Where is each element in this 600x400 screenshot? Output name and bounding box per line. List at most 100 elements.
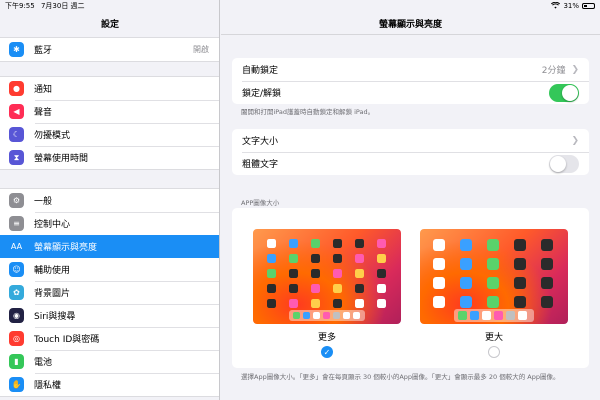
status-time: 下午9:55 — [5, 2, 35, 10]
sidebar-item-label: 輔助使用 — [34, 266, 71, 276]
sidebar-item-label: 控制中心 — [34, 220, 71, 230]
gear-icon: ⚙ — [9, 193, 24, 208]
larger-option-radio[interactable] — [488, 346, 500, 358]
app-icon — [487, 258, 499, 270]
fingerprint-icon: ◎ — [9, 331, 24, 346]
sidebar-item-sound[interactable]: ◀ 聲音 — [0, 100, 219, 123]
toggle-knob — [550, 155, 566, 172]
app-icon — [377, 269, 386, 278]
sidebar-item-hourglass[interactable]: ⧗ 螢幕使用時間 — [0, 146, 219, 169]
battery-percent: 31% — [563, 2, 579, 10]
bold-text-row: 粗體文字 — [232, 152, 589, 175]
battery-icon: ▮ — [9, 354, 24, 369]
more-option-checkmark-icon[interactable]: ✓ — [321, 346, 333, 358]
lock-unlock-toggle[interactable] — [549, 83, 579, 102]
dock-app-icon — [323, 312, 330, 319]
hourglass-icon: ⧗ — [9, 150, 24, 165]
app-icon — [289, 284, 298, 293]
sidebar-item-accessibility[interactable]: ☺ 輔助使用 — [0, 258, 219, 281]
sidebar-item-fingerprint[interactable]: ◎ Touch ID與密碼 — [0, 327, 219, 350]
app-grid-larger — [433, 239, 553, 322]
more-option-preview[interactable] — [253, 229, 401, 324]
dock-app-icon — [333, 312, 340, 319]
bold-text-toggle[interactable] — [549, 154, 579, 173]
app-icon — [487, 296, 499, 308]
app-icon — [460, 258, 472, 270]
app-icon — [433, 258, 445, 270]
lock-unlock-row: 鎖定/解鎖 — [232, 81, 589, 104]
flower-icon: ✿ — [9, 285, 24, 300]
app-icon — [433, 296, 445, 308]
sidebar-item-flower[interactable]: ✿ 背景圖片 — [0, 281, 219, 304]
icon-size-footnote: 選擇App圖像大小。「更多」會在每頁顯示 30 個較小的App圖像。「更大」會顯… — [241, 373, 560, 381]
app-icon — [487, 239, 499, 251]
icon-size-card: 更多 ✓ 更大 — [232, 208, 589, 368]
app-icon — [333, 254, 342, 263]
sidebar-group: ⚙ 一般 ≡ 控制中心 AA 螢幕顯示與亮度 ☺ 輔助使用 ✿ 背景圖片 ◉ Siri與搜尋 ◎ Touc… — [0, 188, 219, 397]
app-icon — [514, 277, 526, 289]
sidebar-item-switches[interactable]: ≡ 控制中心 — [0, 212, 219, 235]
more-option-label: 更多 — [317, 333, 336, 343]
app-icon — [289, 299, 298, 308]
larger-option-label: 更大 — [484, 333, 503, 343]
sidebar-item-moon[interactable]: ☾ 勿擾模式 — [0, 123, 219, 146]
sidebar-item-label: 通知 — [34, 85, 53, 95]
app-icon — [311, 284, 320, 293]
larger-option-preview[interactable] — [420, 229, 568, 324]
sidebar-item-text-size[interactable]: AA 螢幕顯示與亮度 — [0, 235, 219, 258]
app-icon — [460, 239, 472, 251]
text-size-icon: AA — [9, 239, 24, 254]
app-icon — [355, 254, 364, 263]
sidebar-item-battery[interactable]: ▮ 電池 — [0, 350, 219, 373]
app-icon — [377, 239, 386, 248]
dock-app-icon — [506, 311, 515, 320]
app-icon — [267, 254, 276, 263]
sidebar-item-siri[interactable]: ◉ Siri與搜尋 — [0, 304, 219, 327]
dock-app-icon — [353, 312, 360, 319]
dock-app-icon — [313, 312, 320, 319]
app-icon — [289, 239, 298, 248]
dock-app-icon — [482, 311, 491, 320]
auto-lock-value: 2分鐘 — [541, 66, 566, 76]
main-panel: 螢幕顯示與亮度 自動鎖定 2分鐘 ❯ 鎖定/解鎖 闔開和打開iPad護蓋時自動鎖… — [221, 0, 600, 400]
text-card: 文字大小 ❯ 粗體文字 — [232, 129, 589, 175]
app-icon — [267, 239, 276, 248]
status-bar: 下午9:55 7月30日 週二 31% — [0, 0, 600, 12]
app-icon — [333, 269, 342, 278]
app-icon — [289, 269, 298, 278]
auto-lock-row[interactable]: 自動鎖定 2分鐘 ❯ — [232, 58, 589, 81]
auto-lock-label: 自動鎖定 — [242, 66, 279, 76]
sidebar-item-hand[interactable]: ✋ 隱私權 — [0, 373, 219, 396]
wifi-icon — [551, 1, 561, 11]
toggle-knob — [562, 84, 578, 101]
sidebar-item-gear[interactable]: ⚙ 一般 — [0, 189, 219, 212]
sidebar-item-label: 螢幕顯示與亮度 — [34, 243, 98, 253]
sidebar-item-label: 勿擾模式 — [34, 131, 71, 141]
sidebar-item-bluetooth[interactable]: ✱ 藍牙 開啟 — [0, 38, 219, 61]
app-icon — [433, 277, 445, 289]
dock-app-icon — [343, 312, 350, 319]
hand-icon: ✋ — [9, 377, 24, 392]
header-divider — [221, 34, 600, 35]
sidebar-item-label: 隱私權 — [34, 381, 62, 391]
battery-icon — [582, 3, 595, 9]
lock-footnote: 闔開和打開iPad護蓋時自動鎖定和解鎖 iPad。 — [241, 108, 375, 116]
dock-app-icon — [293, 312, 300, 319]
sidebar: 設定 ✱ 藍牙 開啟 ● 通知 ◀ 聲音 ☾ 勿擾模式 ⧗ 螢幕使用時間 ⚙ 一般 ≡ 控制中心 AA 螢幕顯示… — [0, 0, 220, 400]
app-icon — [311, 299, 320, 308]
app-icon — [541, 296, 553, 308]
app-icon — [355, 269, 364, 278]
text-size-row[interactable]: 文字大小 ❯ — [232, 129, 589, 152]
dock-app-icon — [458, 311, 467, 320]
sidebar-item-label: Touch ID與密碼 — [34, 335, 100, 345]
app-icon — [514, 258, 526, 270]
text-size-label: 文字大小 — [242, 137, 279, 147]
dock-app-icon — [518, 311, 527, 320]
sidebar-item-label: 藍牙 — [34, 46, 53, 56]
dock-app-icon — [303, 312, 310, 319]
accessibility-icon: ☺ — [9, 262, 24, 277]
sound-icon: ◀ — [9, 104, 24, 119]
app-icon — [311, 239, 320, 248]
app-icon — [377, 299, 386, 308]
sidebar-item-notifications[interactable]: ● 通知 — [0, 77, 219, 100]
